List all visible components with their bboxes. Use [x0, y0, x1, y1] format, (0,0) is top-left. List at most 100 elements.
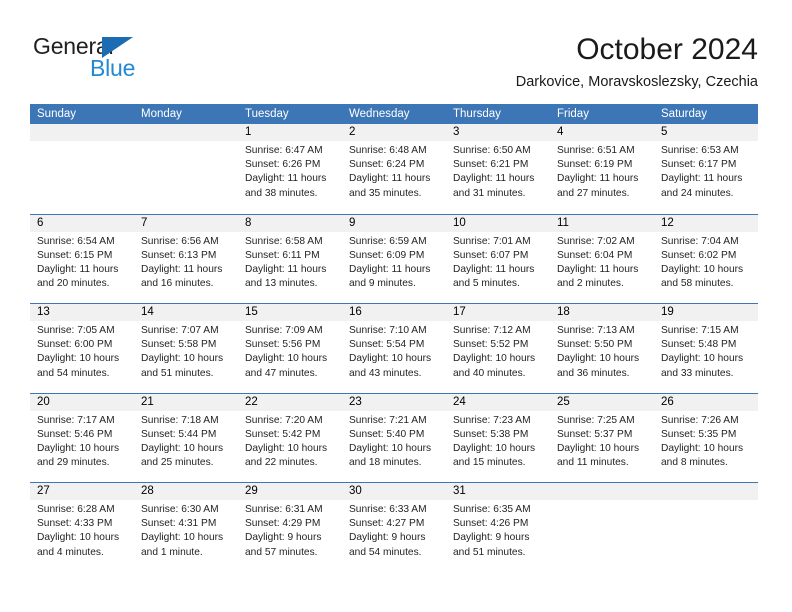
day-number: 4: [550, 124, 654, 141]
calendar-day-cell[interactable]: 30 Sunrise: 6:33 AM Sunset: 4:27 PM Dayligh…: [342, 483, 446, 572]
sunset-text: Sunset: 4:29 PM: [245, 518, 321, 530]
day-sun-info: Sunrise: 7:17 AM Sunset: 5:46 PM Daylight:…: [30, 411, 134, 471]
daylight-text-line1: Daylight: 11 hours: [557, 173, 639, 185]
day-number: [550, 483, 654, 500]
daylight-text-line2: and 31 minutes.: [453, 187, 526, 199]
calendar-day-cell[interactable]: 1 Sunrise: 6:47 AM Sunset: 6:26 PM Daylight…: [238, 124, 342, 214]
weekday-header-saturday: Saturday: [654, 104, 758, 124]
day-sun-info: Sunrise: 7:09 AM Sunset: 5:56 PM Daylight:…: [238, 321, 342, 381]
daylight-text-line2: and 35 minutes.: [349, 187, 422, 199]
weekday-header-tuesday: Tuesday: [238, 104, 342, 124]
day-number: 17: [446, 304, 550, 321]
sunrise-text: Sunrise: 7:10 AM: [349, 325, 427, 336]
day-sun-info: [550, 500, 654, 503]
day-number: 11: [550, 214, 654, 232]
calendar-day-cell[interactable]: 3 Sunrise: 6:50 AM Sunset: 6:21 PM Daylight…: [446, 124, 550, 214]
sunrise-text: Sunrise: 6:58 AM: [245, 235, 323, 247]
sunset-text: Sunset: 5:58 PM: [141, 339, 217, 351]
day-number: 16: [342, 304, 446, 321]
daylight-text-line1: Daylight: 11 hours: [557, 263, 639, 275]
daylight-text-line1: Daylight: 10 hours: [141, 353, 224, 365]
sunset-text: Sunset: 6:11 PM: [245, 249, 320, 261]
day-number: 9: [342, 214, 446, 232]
daylight-text-line2: and 47 minutes.: [245, 367, 318, 379]
daylight-text-line1: Daylight: 11 hours: [349, 173, 431, 185]
day-sun-info: Sunrise: 6:53 AM Sunset: 6:17 PM Daylight:…: [654, 141, 758, 201]
day-number: 10: [446, 214, 550, 232]
daylight-text-line2: and 27 minutes.: [557, 187, 630, 199]
calendar-week-row: 13 Sunrise: 7:05 AM Sunset: 6:00 PM Dayligh…: [30, 303, 758, 393]
day-number: 15: [238, 304, 342, 321]
calendar-day-cell[interactable]: 21 Sunrise: 7:18 AM Sunset: 5:44 PM Dayligh…: [134, 393, 238, 482]
day-number: 3: [446, 124, 550, 141]
daylight-text-line1: Daylight: 11 hours: [453, 173, 535, 185]
calendar-day-cell[interactable]: 13 Sunrise: 7:05 AM Sunset: 6:00 PM Dayligh…: [30, 304, 134, 393]
calendar-day-cell[interactable]: 16 Sunrise: 7:10 AM Sunset: 5:54 PM Dayligh…: [342, 304, 446, 393]
calendar-day-cell[interactable]: 17 Sunrise: 7:12 AM Sunset: 5:52 PM Dayligh…: [446, 304, 550, 393]
sunset-text: Sunset: 6:09 PM: [349, 249, 425, 261]
calendar-day-cell[interactable]: 22 Sunrise: 7:20 AM Sunset: 5:42 PM Dayligh…: [238, 393, 342, 482]
calendar-day-cell[interactable]: 11 Sunrise: 7:02 AM Sunset: 6:04 PM Dayligh…: [550, 214, 654, 303]
day-number: 14: [134, 304, 238, 321]
day-number: 12: [654, 214, 758, 232]
calendar-day-cell[interactable]: 19 Sunrise: 7:15 AM Sunset: 5:48 PM Dayligh…: [654, 304, 758, 393]
sunset-text: Sunset: 6:04 PM: [557, 249, 633, 261]
daylight-text-line2: and 25 minutes.: [141, 457, 214, 469]
calendar-day-cell[interactable]: 10 Sunrise: 7:01 AM Sunset: 6:07 PM Dayligh…: [446, 214, 550, 303]
day-sun-info: Sunrise: 7:20 AM Sunset: 5:42 PM Daylight:…: [238, 411, 342, 471]
day-sun-info: Sunrise: 6:59 AM Sunset: 6:09 PM Daylight:…: [342, 232, 446, 292]
general-blue-logo[interactable]: General Blue: [33, 33, 173, 85]
daylight-text-line1: Daylight: 10 hours: [557, 442, 640, 454]
sunrise-text: Sunrise: 6:50 AM: [453, 145, 531, 156]
calendar-empty-cell: [654, 483, 758, 572]
calendar-day-cell[interactable]: 29 Sunrise: 6:31 AM Sunset: 4:29 PM Dayligh…: [238, 483, 342, 572]
daylight-text-line2: and 1 minute.: [141, 546, 203, 558]
calendar-grid: Sunday Monday Tuesday Wednesday Thursday Frid…: [30, 104, 758, 572]
calendar-day-cell[interactable]: 9 Sunrise: 6:59 AM Sunset: 6:09 PM Daylight…: [342, 214, 446, 303]
calendar-day-cell[interactable]: 7 Sunrise: 6:56 AM Sunset: 6:13 PM Daylight…: [134, 214, 238, 303]
daylight-text-line2: and 5 minutes.: [453, 278, 520, 290]
day-number: 7: [134, 214, 238, 232]
day-sun-info: Sunrise: 7:13 AM Sunset: 5:50 PM Daylight:…: [550, 321, 654, 381]
sunrise-text: Sunrise: 7:15 AM: [661, 325, 739, 336]
calendar-day-cell[interactable]: 4 Sunrise: 6:51 AM Sunset: 6:19 PM Daylight…: [550, 124, 654, 214]
calendar-day-cell[interactable]: 26 Sunrise: 7:26 AM Sunset: 5:35 PM Dayligh…: [654, 393, 758, 482]
calendar-day-cell[interactable]: 25 Sunrise: 7:25 AM Sunset: 5:37 PM Dayligh…: [550, 393, 654, 482]
day-sun-info: Sunrise: 6:33 AM Sunset: 4:27 PM Daylight:…: [342, 500, 446, 560]
day-sun-info: Sunrise: 6:54 AM Sunset: 6:15 PM Daylight:…: [30, 232, 134, 292]
sunrise-text: Sunrise: 7:05 AM: [37, 325, 115, 336]
calendar-day-cell[interactable]: 8 Sunrise: 6:58 AM Sunset: 6:11 PM Daylight…: [238, 214, 342, 303]
calendar-day-cell[interactable]: 28 Sunrise: 6:30 AM Sunset: 4:31 PM Dayligh…: [134, 483, 238, 572]
calendar-day-cell[interactable]: 23 Sunrise: 7:21 AM Sunset: 5:40 PM Dayligh…: [342, 393, 446, 482]
page-subtitle: Darkovice, Moravskoslezsky, Czechia: [515, 74, 758, 90]
daylight-text-line1: Daylight: 10 hours: [141, 532, 224, 544]
sunset-text: Sunset: 4:31 PM: [141, 518, 217, 530]
day-sun-info: Sunrise: 7:26 AM Sunset: 5:35 PM Daylight:…: [654, 411, 758, 471]
day-sun-info: [654, 500, 758, 503]
calendar-day-cell[interactable]: 20 Sunrise: 7:17 AM Sunset: 5:46 PM Dayligh…: [30, 393, 134, 482]
weekday-header-friday: Friday: [550, 104, 654, 124]
calendar-empty-cell: [134, 124, 238, 214]
daylight-text-line1: Daylight: 10 hours: [37, 442, 120, 454]
daylight-text-line2: and 38 minutes.: [245, 187, 318, 199]
calendar-day-cell[interactable]: 14 Sunrise: 7:07 AM Sunset: 5:58 PM Dayligh…: [134, 304, 238, 393]
calendar-day-cell[interactable]: 5 Sunrise: 6:53 AM Sunset: 6:17 PM Daylight…: [654, 124, 758, 214]
calendar-day-cell[interactable]: 27 Sunrise: 6:28 AM Sunset: 4:33 PM Dayligh…: [30, 483, 134, 572]
day-sun-info: Sunrise: 7:25 AM Sunset: 5:37 PM Daylight:…: [550, 411, 654, 471]
daylight-text-line1: Daylight: 11 hours: [453, 263, 535, 275]
calendar-day-cell[interactable]: 31 Sunrise: 6:35 AM Sunset: 4:26 PM Dayligh…: [446, 483, 550, 572]
calendar-day-cell[interactable]: 24 Sunrise: 7:23 AM Sunset: 5:38 PM Dayligh…: [446, 393, 550, 482]
sunset-text: Sunset: 6:17 PM: [661, 159, 737, 171]
daylight-text-line1: Daylight: 10 hours: [245, 353, 328, 365]
day-number: 29: [238, 483, 342, 500]
calendar-day-cell[interactable]: 6 Sunrise: 6:54 AM Sunset: 6:15 PM Daylight…: [30, 214, 134, 303]
calendar-day-cell[interactable]: 12 Sunrise: 7:04 AM Sunset: 6:02 PM Dayligh…: [654, 214, 758, 303]
page-header: General Blue October 2024 Darkovice, Mor…: [0, 0, 792, 100]
sunrise-text: Sunrise: 6:28 AM: [37, 504, 115, 515]
day-sun-info: Sunrise: 6:47 AM Sunset: 6:26 PM Daylight:…: [238, 141, 342, 201]
sunset-text: Sunset: 5:54 PM: [349, 339, 425, 351]
calendar-day-cell[interactable]: 2 Sunrise: 6:48 AM Sunset: 6:24 PM Daylight…: [342, 124, 446, 214]
sunrise-text: Sunrise: 6:35 AM: [453, 504, 531, 515]
calendar-day-cell[interactable]: 15 Sunrise: 7:09 AM Sunset: 5:56 PM Dayligh…: [238, 304, 342, 393]
calendar-day-cell[interactable]: 18 Sunrise: 7:13 AM Sunset: 5:50 PM Dayligh…: [550, 304, 654, 393]
